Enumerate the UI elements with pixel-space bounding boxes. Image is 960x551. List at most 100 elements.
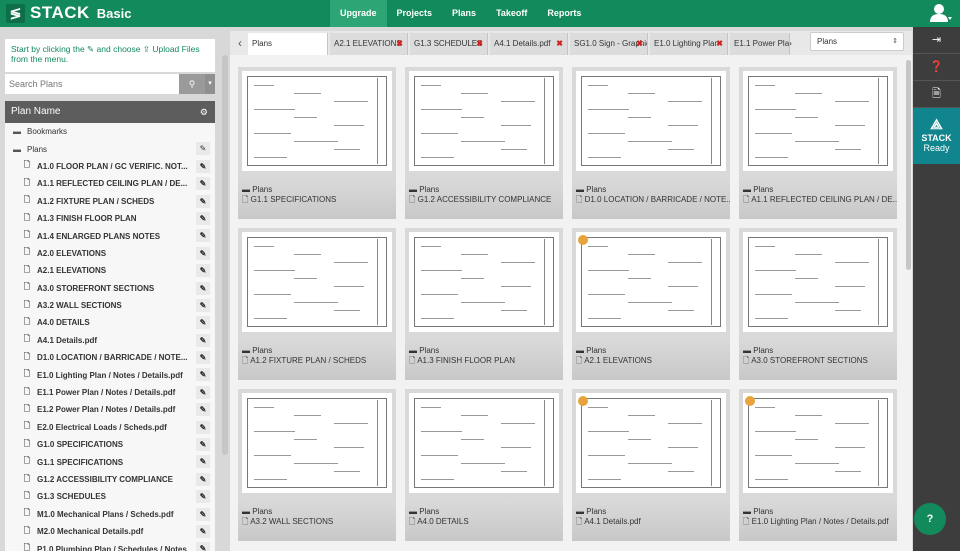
tree-item[interactable]: 🗋 A1.3 FINISH FLOOR PLAN ✎ xyxy=(5,210,215,227)
stack-ready-button[interactable]: ⟁ STACK Ready xyxy=(913,108,960,164)
tab[interactable]: E1.0 Lighting Plan ✖ xyxy=(650,33,728,55)
tree-item[interactable]: 🗋 P1.0 Plumbing Plan / Schedules / Notes ✎ xyxy=(5,540,215,551)
sign-in-icon[interactable]: ⇥ xyxy=(913,27,960,54)
tree-item[interactable]: 🗋 M1.0 Mechanical Plans / Scheds.pdf ✎ xyxy=(5,506,215,523)
tab[interactable]: Plans xyxy=(248,33,328,55)
edit-pencil-icon[interactable]: ✎ xyxy=(196,211,210,225)
tree-item[interactable]: ▬ Plans ✎ xyxy=(5,140,215,157)
tree-item[interactable]: 🗋 A1.1 REFLECTED CEILING PLAN / DE... ✎ xyxy=(5,175,215,192)
tab[interactable]: SG1.0 Sign - Graphics ✖ xyxy=(570,33,648,55)
help-icon[interactable]: ❓ xyxy=(913,54,960,81)
edit-pencil-icon[interactable]: ✎ xyxy=(196,368,210,382)
tree-item[interactable]: 🗋 A3.2 WALL SECTIONS ✎ xyxy=(5,297,215,314)
plan-card[interactable]: ▬ Plans 🗋 A1.1 REFLECTED CEILING PLAN / … xyxy=(739,67,897,219)
file-icon: 🗋 xyxy=(23,230,31,240)
plan-card[interactable]: ▬ Plans 🗋 A4.1 Details.pdf xyxy=(572,389,730,541)
plan-card[interactable]: ▬ Plans 🗋 A3.0 STOREFRONT SECTIONS xyxy=(739,228,897,380)
close-tab-icon[interactable]: ✖ xyxy=(636,33,643,55)
nav-takeoff[interactable]: Takeoff xyxy=(486,0,537,27)
edit-pencil-icon[interactable]: ✎ xyxy=(196,507,210,521)
tree-item[interactable]: 🗋 E2.0 Electrical Loads / Scheds.pdf ✎ xyxy=(5,419,215,436)
tab[interactable]: G1.3 SCHEDULES ✖ xyxy=(410,33,488,55)
edit-pencil-icon[interactable]: ✎ xyxy=(196,281,210,295)
nav-reports[interactable]: Reports xyxy=(537,0,591,27)
tree-item[interactable]: 🗋 A2.1 ELEVATIONS ✎ xyxy=(5,262,215,279)
edit-pencil-icon[interactable]: ✎ xyxy=(196,229,210,243)
edit-pencil-icon[interactable]: ✎ xyxy=(196,524,210,538)
tree-item[interactable]: 🗋 A4.1 Details.pdf ✎ xyxy=(5,332,215,349)
edit-pencil-icon[interactable]: ✎ xyxy=(196,542,210,551)
plan-card[interactable]: ▬ Plans 🗋 A1.3 FINISH FLOOR PLAN xyxy=(405,228,563,380)
close-tab-icon[interactable]: ✖ xyxy=(556,33,563,55)
edit-pencil-icon[interactable]: ✎ xyxy=(196,472,210,486)
plan-card[interactable]: ▬ Plans 🗋 E1.0 Lighting Plan / Notes / D… xyxy=(739,389,897,541)
search-icon[interactable]: ⚲ xyxy=(179,74,205,94)
plan-card[interactable]: ▬ Plans 🗋 A1.2 FIXTURE PLAN / SCHEDS xyxy=(238,228,396,380)
nav-projects[interactable]: Projects xyxy=(387,0,443,27)
pdf-icon[interactable]: 🗎 xyxy=(913,81,960,108)
tree-item[interactable]: ▬ Bookmarks xyxy=(5,123,215,140)
search-options-dropdown[interactable]: ▾ xyxy=(205,74,215,94)
tree-item[interactable]: 🗋 A4.0 DETAILS ✎ xyxy=(5,314,215,331)
search-input[interactable] xyxy=(5,74,179,94)
view-select[interactable]: Plans ⇕ xyxy=(810,32,904,51)
close-tab-icon[interactable]: ✖ xyxy=(396,33,403,55)
tree-item[interactable]: 🗋 E1.0 Lighting Plan / Notes / Details.pd… xyxy=(5,366,215,383)
tab[interactable]: E1.1 Power Plan xyxy=(730,33,790,55)
tree-item[interactable]: 🗋 G1.3 SCHEDULES ✎ xyxy=(5,488,215,505)
tree-item[interactable]: 🗋 A1.2 FIXTURE PLAN / SCHEDS ✎ xyxy=(5,193,215,210)
tree-item[interactable]: 🗋 G1.0 SPECIFICATIONS ✎ xyxy=(5,436,215,453)
plan-card[interactable]: ▬ Plans 🗋 A4.0 DETAILS xyxy=(405,389,563,541)
edit-pencil-icon[interactable]: ✎ xyxy=(196,333,210,347)
logo[interactable]: ≶ STACK Basic xyxy=(6,3,132,23)
tree-item[interactable]: 🗋 E1.2 Power Plan / Notes / Details.pdf ✎ xyxy=(5,401,215,418)
edit-pencil-icon[interactable]: ✎ xyxy=(196,316,210,330)
plan-card[interactable]: ▬ Plans 🗋 G1.1 SPECIFICATIONS xyxy=(238,67,396,219)
folder-icon: ▬ xyxy=(242,507,253,516)
tree-item[interactable]: 🗋 E1.1 Power Plan / Notes / Details.pdf ✎ xyxy=(5,384,215,401)
tree-item[interactable]: 🗋 D1.0 LOCATION / BARRICADE / NOTE... ✎ xyxy=(5,349,215,366)
edit-pencil-icon[interactable]: ✎ xyxy=(196,264,210,278)
sidebar-scrollbar[interactable] xyxy=(222,55,228,455)
tab[interactable]: A2.1 ELEVATIONS ✖ xyxy=(330,33,408,55)
edit-pencil-icon[interactable]: ✎ xyxy=(196,142,210,156)
edit-pencil-icon[interactable]: ✎ xyxy=(196,438,210,452)
gear-icon[interactable]: ⚙ xyxy=(200,101,208,123)
edit-pencil-icon[interactable]: ✎ xyxy=(196,490,210,504)
tree-item[interactable]: 🗋 M2.0 Mechanical Details.pdf ✎ xyxy=(5,523,215,540)
tree-item[interactable]: 🗋 A2.0 ELEVATIONS ✎ xyxy=(5,245,215,262)
plan-card[interactable]: ▬ Plans 🗋 G1.2 ACCESSIBILITY COMPLIANCE xyxy=(405,67,563,219)
tab[interactable]: A4.1 Details.pdf ✖ xyxy=(490,33,568,55)
content-scrollbar[interactable] xyxy=(906,60,911,270)
sheet-drawing xyxy=(247,398,387,488)
edit-pencil-icon[interactable]: ✎ xyxy=(196,455,210,469)
chat-help-button[interactable]: ? xyxy=(914,503,946,535)
tree-item[interactable]: 🗋 A1.4 ENLARGED PLANS NOTES ✎ xyxy=(5,227,215,244)
edit-pencil-icon[interactable]: ✎ xyxy=(196,298,210,312)
plan-card[interactable]: ▬ Plans 🗋 A2.1 ELEVATIONS xyxy=(572,228,730,380)
edit-pencil-icon[interactable]: ✎ xyxy=(196,159,210,173)
plan-folder: Plans xyxy=(586,507,607,516)
close-tab-icon[interactable]: ✖ xyxy=(476,33,483,55)
edit-pencil-icon[interactable]: ✎ xyxy=(196,385,210,399)
user-menu-icon[interactable] xyxy=(930,3,952,23)
edit-pencil-icon[interactable]: ✎ xyxy=(196,351,210,365)
nav-upgrade[interactable]: Upgrade xyxy=(330,0,387,27)
plan-name: A2.1 ELEVATIONS xyxy=(584,356,652,365)
edit-pencil-icon[interactable]: ✎ xyxy=(196,177,210,191)
plan-name-header[interactable]: Plan Name ⚙ xyxy=(5,101,215,123)
nav-plans[interactable]: Plans xyxy=(442,0,486,27)
edit-pencil-icon[interactable]: ✎ xyxy=(196,403,210,417)
tree-item[interactable]: 🗋 A3.0 STOREFRONT SECTIONS ✎ xyxy=(5,280,215,297)
tree-item-label: A3.0 STOREFRONT SECTIONS xyxy=(37,283,155,293)
edit-pencil-icon[interactable]: ✎ xyxy=(196,246,210,260)
tree-item[interactable]: 🗋 G1.2 ACCESSIBILITY COMPLIANCE ✎ xyxy=(5,471,215,488)
edit-pencil-icon[interactable]: ✎ xyxy=(196,420,210,434)
close-tab-icon[interactable]: ✖ xyxy=(716,33,723,55)
tree-item[interactable]: 🗋 G1.1 SPECIFICATIONS ✎ xyxy=(5,453,215,470)
tree-item[interactable]: 🗋 A1.0 FLOOR PLAN / GC VERIFIC. NOT... ✎ xyxy=(5,158,215,175)
edit-pencil-icon[interactable]: ✎ xyxy=(196,194,210,208)
plan-card[interactable]: ▬ Plans 🗋 D1.0 LOCATION / BARRICADE / NO… xyxy=(572,67,730,219)
plan-card[interactable]: ▬ Plans 🗋 A3.2 WALL SECTIONS xyxy=(238,389,396,541)
tabs-scroll-left-icon[interactable]: ‹ xyxy=(232,31,248,55)
